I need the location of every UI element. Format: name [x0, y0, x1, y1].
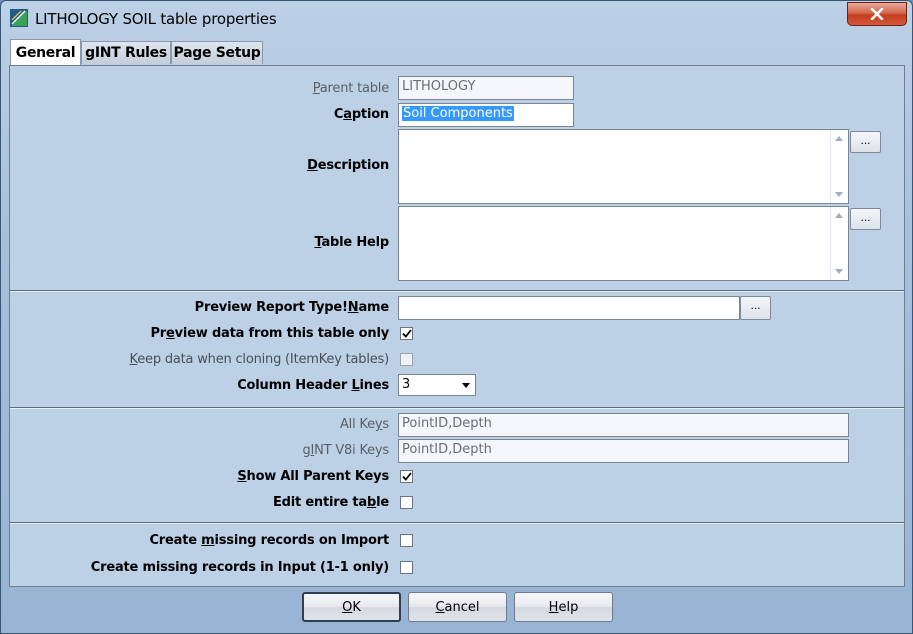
scroll-down-icon[interactable] [835, 192, 843, 197]
parent-table-label: Parent table [312, 81, 389, 96]
parent-table-field: LITHOLOGY [398, 76, 574, 100]
separator [10, 522, 904, 524]
tab-general[interactable]: General [10, 39, 81, 65]
all-keys-field: PointID,Depth [398, 413, 849, 437]
caption-label: Caption [333, 107, 389, 122]
table-help-browse-button[interactable]: ... [850, 208, 881, 230]
column-header-lines-label: Column Header Lines [237, 378, 389, 393]
preview-data-only-label: Preview data from this table only [150, 326, 389, 341]
create-missing-input-checkbox[interactable] [400, 561, 413, 574]
create-missing-import-checkbox[interactable] [400, 534, 413, 547]
preview-data-only-checkbox[interactable] [400, 327, 413, 340]
scroll-up-icon[interactable] [835, 136, 843, 141]
keep-data-cloning-label: Keep data when cloning (ItemKey tables) [129, 352, 390, 367]
edit-entire-table-label: Edit entire table [272, 495, 389, 510]
column-header-lines-value: 3 [402, 377, 411, 392]
gint-v8i-keys-field: PointID,Depth [398, 439, 849, 463]
table-help-scrollbar[interactable] [830, 207, 848, 280]
gint-v8i-keys-label: gINT V8i Keys [302, 443, 389, 458]
checkmark-icon [401, 329, 412, 338]
dialog-window: LITHOLOGY SOIL table properties General … [0, 0, 913, 634]
help-button[interactable]: Help [514, 592, 613, 622]
checkmark-icon [401, 472, 412, 481]
show-all-parent-keys-checkbox[interactable] [400, 470, 413, 483]
description-label: Description [307, 158, 389, 173]
gint-app-icon [10, 9, 28, 27]
tab-gint-rules[interactable]: gINT Rules [81, 41, 171, 64]
ok-button[interactable]: OK [302, 592, 401, 622]
caption-selected-text: Soil Components [402, 106, 514, 121]
window-title: LITHOLOGY SOIL table properties [35, 10, 277, 28]
preview-report-field[interactable] [398, 296, 740, 320]
chevron-down-icon[interactable] [458, 376, 474, 394]
tab-page-setup[interactable]: Page Setup [171, 41, 263, 64]
tab-strip: General gINT Rules Page Setup [9, 39, 906, 65]
table-help-textarea[interactable] [398, 206, 849, 281]
all-keys-label: All Keys [339, 417, 389, 432]
edit-entire-table-checkbox[interactable] [400, 496, 413, 509]
create-missing-import-label: Create missing records on Import [149, 533, 389, 548]
separator [10, 407, 904, 409]
show-all-parent-keys-label: Show All Parent Keys [237, 469, 389, 484]
cancel-button[interactable]: Cancel [408, 592, 507, 622]
title-bar[interactable]: LITHOLOGY SOIL table properties [1, 1, 912, 37]
keep-data-cloning-checkbox [400, 353, 413, 366]
scroll-up-icon[interactable] [835, 213, 843, 218]
preview-report-label: Preview Report Type!Name [194, 300, 390, 315]
close-icon [870, 8, 884, 20]
scroll-down-icon[interactable] [835, 269, 843, 274]
general-panel: Parent table LITHOLOGY Caption Soil Comp… [9, 65, 905, 587]
description-browse-button[interactable]: ... [850, 131, 881, 153]
table-help-label: Table Help [314, 235, 389, 250]
description-textarea[interactable] [398, 129, 849, 204]
column-header-lines-select[interactable]: 3 [398, 374, 476, 396]
close-button[interactable] [847, 2, 907, 26]
caption-field[interactable]: Soil Components [398, 103, 574, 127]
separator [10, 290, 904, 292]
preview-report-browse-button[interactable]: ... [740, 296, 771, 320]
create-missing-input-label: Create missing records in Input (1-1 onl… [90, 560, 389, 575]
description-scrollbar[interactable] [830, 130, 848, 203]
